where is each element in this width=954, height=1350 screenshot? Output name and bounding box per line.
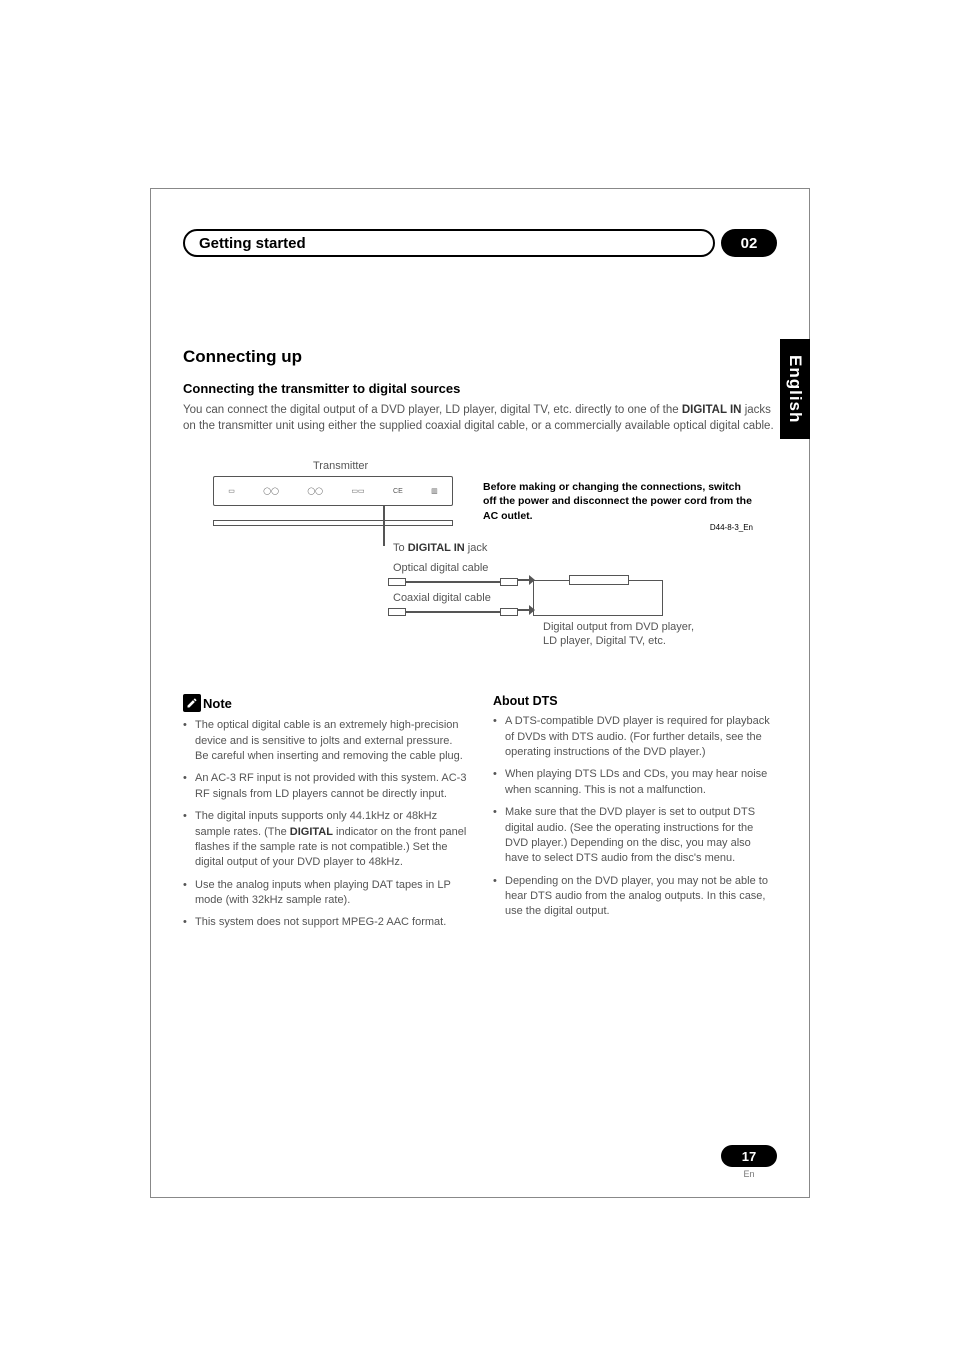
device-caption: Digital output from DVD player, LD playe… (543, 620, 703, 649)
pencil-icon (183, 694, 201, 712)
language-tab-label: English (785, 355, 805, 423)
page-footer: 17 En (721, 1145, 777, 1179)
list-item: An AC-3 RF input is not provided with th… (183, 771, 467, 802)
section-heading: Connecting up (183, 347, 777, 367)
intro-pre: You can connect the digital output of a … (183, 404, 682, 416)
chapter-number-badge: 02 (721, 229, 777, 257)
coax-cable-label: Coaxial digital cable (393, 592, 491, 604)
warning-code: D44-8-3_En (483, 523, 753, 534)
transmitter-box: ▭◯◯◯◯▭▭CE▥ (213, 476, 453, 506)
note-column: Note The optical digital cable is an ext… (183, 694, 467, 938)
chapter-title-pill: Getting started (183, 229, 715, 257)
optical-cable-graphic (388, 578, 518, 586)
page-language: En (721, 1169, 777, 1179)
note-list: The optical digital cable is an extremel… (183, 718, 467, 931)
language-tab: English (780, 339, 810, 439)
list-item: The digital inputs supports only 44.1kHz… (183, 809, 467, 871)
optical-cable-label: Optical digital cable (393, 562, 488, 574)
transmitter-base (213, 520, 453, 526)
warning-text: Before making or changing the connection… (483, 480, 753, 533)
columns: Note The optical digital cable is an ext… (183, 694, 777, 938)
list-item: Use the analog inputs when playing DAT t… (183, 878, 467, 909)
list-item: The optical digital cable is an extremel… (183, 718, 467, 764)
list-item: Depending on the DVD player, you may not… (493, 874, 777, 920)
transmitter-label: Transmitter (313, 460, 368, 472)
note-heading: Note (183, 694, 467, 712)
about-dts-title: About DTS (493, 694, 777, 708)
page-number: 17 (742, 1149, 756, 1164)
note-title: Note (203, 696, 232, 711)
device-box (533, 580, 663, 616)
list-item: This system does not support MPEG-2 AAC … (183, 915, 467, 930)
connection-line (383, 506, 385, 546)
coax-cable-graphic (388, 608, 518, 616)
list-item: Make sure that the DVD player is set to … (493, 805, 777, 867)
list-item: A DTS-compatible DVD player is required … (493, 714, 777, 760)
connection-diagram: Transmitter ▭◯◯◯◯▭▭CE▥ Before making or … (183, 460, 777, 670)
warning-body: Before making or changing the connection… (483, 481, 752, 521)
about-column: About DTS A DTS-compatible DVD player is… (493, 694, 777, 938)
chapter-number: 02 (741, 235, 758, 252)
chapter-header: Getting started 02 (183, 229, 777, 257)
list-item: When playing DTS LDs and CDs, you may he… (493, 767, 777, 798)
page-frame: Getting started 02 English Connecting up… (150, 188, 810, 1198)
chapter-title: Getting started (199, 235, 306, 252)
page-number-badge: 17 (721, 1145, 777, 1167)
subsection-heading: Connecting the transmitter to digital so… (183, 381, 777, 396)
device-slot (569, 575, 629, 585)
about-list: A DTS-compatible DVD player is required … (493, 714, 777, 920)
intro-bold: DIGITAL IN (682, 404, 742, 416)
intro-paragraph: You can connect the digital output of a … (183, 402, 777, 434)
jack-label: To DIGITAL IN jack (393, 542, 487, 554)
